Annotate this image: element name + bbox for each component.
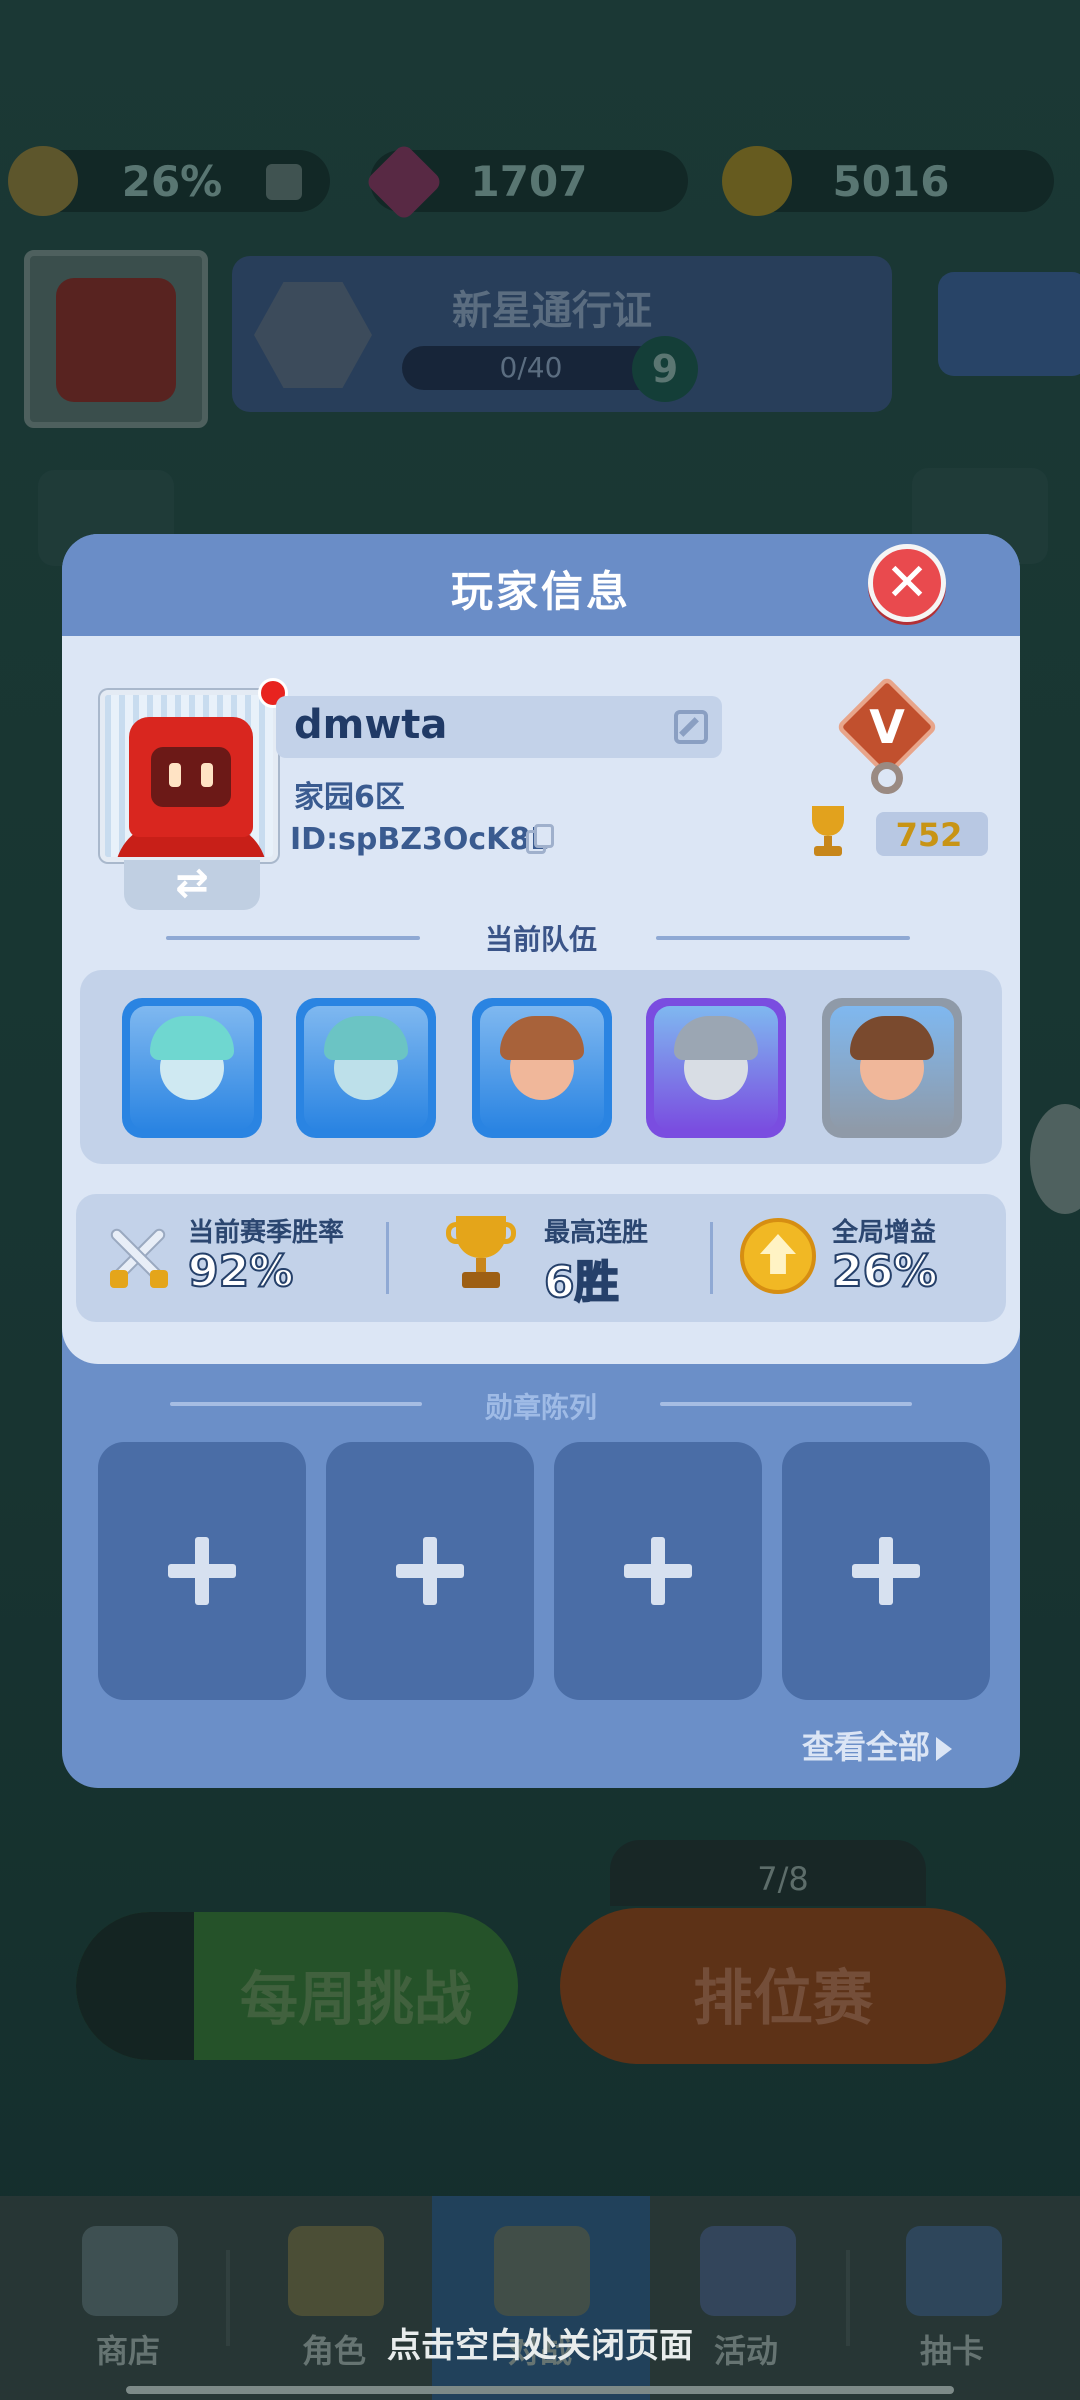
medal-slot-3[interactable] <box>554 1442 762 1700</box>
stat-winrate: 当前赛季胜率 92% <box>76 1194 386 1322</box>
rank-letter: V <box>869 700 905 754</box>
player-info-panel: ⇄ dmwta 家园6区 ID:spBZ3OcK8B V 752 当前队伍 当前… <box>62 636 1020 1364</box>
stat-divider <box>710 1222 713 1294</box>
boost-label: 全局增益 <box>832 1218 937 1248</box>
trophy-cup-icon <box>446 1216 516 1292</box>
team-hero-5[interactable] <box>822 998 962 1138</box>
home-indicator[interactable] <box>126 2386 954 2394</box>
medal-section-title: 勋章陈列 <box>484 1391 597 1424</box>
crossed-swords-icon <box>102 1220 174 1292</box>
player-home-zone: 家园6区 <box>294 780 405 815</box>
player-name: dmwta <box>294 702 448 748</box>
stat-boost: 全局增益 26% <box>740 1194 1000 1322</box>
rank-badge[interactable]: V <box>834 674 940 794</box>
medal-slot-4[interactable] <box>782 1442 990 1700</box>
view-all-label: 查看全部 <box>802 1728 931 1766</box>
play-arrow-icon <box>936 1737 953 1761</box>
trophy-count: 752 <box>895 816 963 854</box>
streak-value: 6胜 <box>543 1256 620 1309</box>
winrate-value: 92% <box>187 1245 294 1298</box>
stat-divider <box>386 1222 389 1294</box>
team-hero-4[interactable] <box>646 998 786 1138</box>
stat-streak: 最高连胜 6胜 <box>446 1194 696 1322</box>
player-info-modal: 玩家信息 ⇄ dmwta 家园6区 ID:spBZ3OcK8B V 752 当前… <box>62 534 1020 1788</box>
tap-to-close-hint: 点击空白处关闭页面 <box>387 2326 693 2366</box>
copy-id-icon[interactable] <box>526 824 556 854</box>
player-avatar[interactable] <box>100 690 278 862</box>
streak-label: 最高连胜 <box>544 1218 649 1248</box>
view-all-link[interactable]: 查看全部 <box>802 1722 953 1768</box>
team-hero-2[interactable] <box>296 998 436 1138</box>
close-button[interactable]: ✕ <box>868 544 946 622</box>
stats-panel: 当前赛季胜率 92% 最高连胜 6胜 全局增益 26% <box>76 1194 1006 1322</box>
boost-stat-value: 26% <box>831 1245 938 1298</box>
close-icon: ✕ <box>885 553 929 613</box>
global-boost-icon <box>740 1218 816 1294</box>
swap-avatar-button[interactable]: ⇄ <box>124 860 260 910</box>
swap-icon: ⇄ <box>175 860 209 906</box>
team-hero-3[interactable] <box>472 998 612 1138</box>
winrate-label: 当前赛季胜率 <box>188 1218 345 1248</box>
medal-slot-1[interactable] <box>98 1442 306 1700</box>
team-hero-1[interactable] <box>122 998 262 1138</box>
divider-line <box>660 1402 912 1406</box>
edit-name-icon[interactable] <box>674 710 708 744</box>
team-panel <box>80 970 1002 1164</box>
trophy-icon <box>804 806 852 858</box>
medal-slot-2[interactable] <box>326 1442 534 1700</box>
player-id: ID:spBZ3OcK8B <box>290 822 554 857</box>
divider-line <box>656 936 910 940</box>
